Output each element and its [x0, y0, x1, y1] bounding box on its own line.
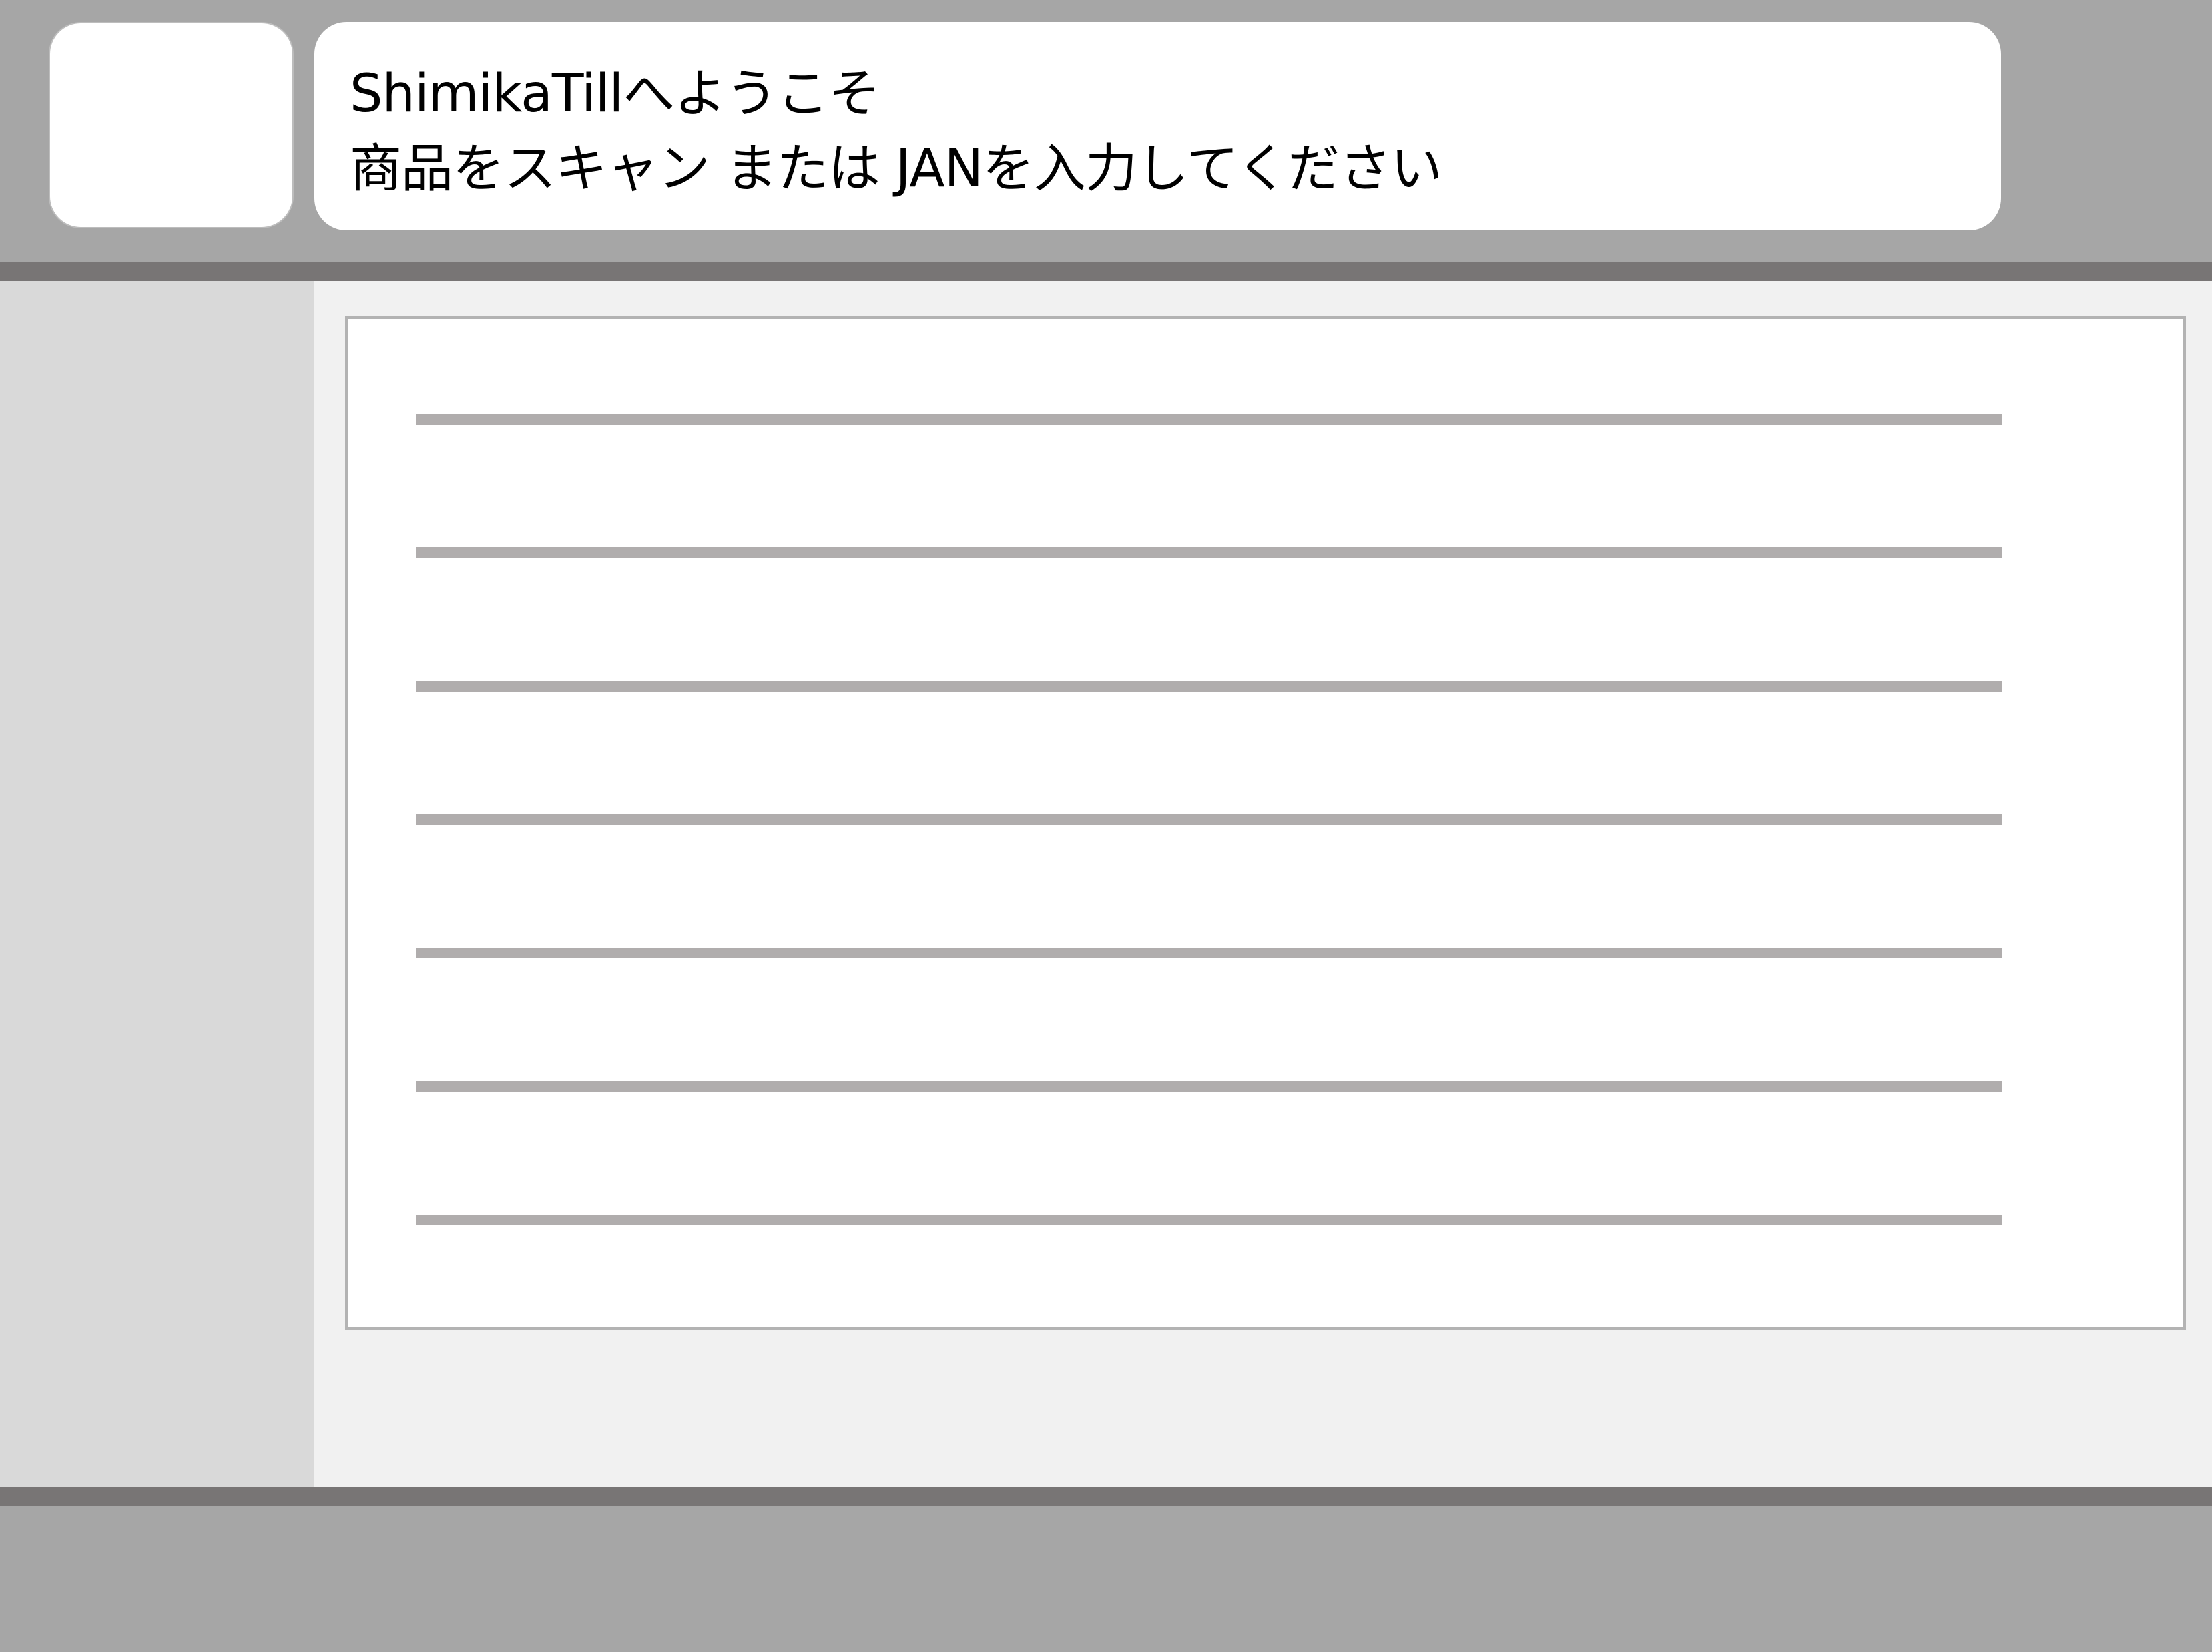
footer-bar — [0, 1506, 2212, 1652]
list-row-line — [416, 414, 2002, 425]
logo-placeholder — [49, 22, 294, 228]
list-row-line — [416, 948, 2002, 958]
welcome-message-panel: ShimikaTillへようこそ 商品をスキャン または JANを入力してくださ… — [314, 22, 2001, 230]
footer-divider — [0, 1487, 2212, 1506]
list-row-line — [416, 814, 2002, 825]
list-row-line — [416, 547, 2002, 558]
header-bar: ShimikaTillへようこそ 商品をスキャン または JANを入力してくださ… — [0, 0, 2212, 262]
list-row-line — [416, 1215, 2002, 1225]
list-row-line — [416, 681, 2002, 692]
welcome-text: ShimikaTillへようこそ — [350, 64, 880, 124]
sidebar — [0, 281, 314, 1487]
scanned-items-list — [345, 316, 2186, 1330]
list-row-line — [416, 1081, 2002, 1092]
header-divider — [0, 262, 2212, 281]
scan-instruction-text: 商品をスキャン または JANを入力してください — [350, 139, 1442, 199]
